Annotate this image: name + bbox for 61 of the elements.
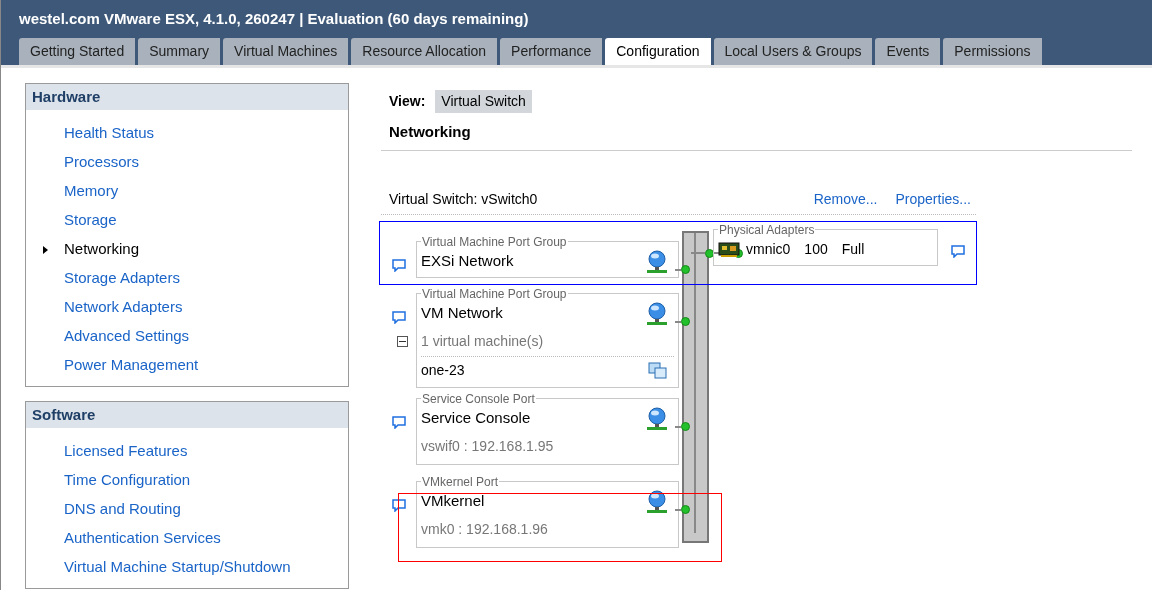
window-title: westel.com VMware ESX, 4.1.0, 260247 | Evaluation (60 days remaining) bbox=[18, 9, 530, 29]
sidebar-link[interactable]: Health Status bbox=[64, 122, 155, 145]
tab[interactable]: Performance bbox=[500, 38, 603, 65]
adapter-duplex: Full bbox=[841, 240, 865, 259]
tab[interactable]: Events bbox=[875, 38, 941, 65]
collapse-toggle[interactable] bbox=[397, 335, 408, 347]
port-group-type: Virtual Machine Port Group bbox=[421, 286, 568, 301]
sidebar-link[interactable]: DNS and Routing bbox=[64, 498, 181, 521]
tab[interactable]: Resource Allocation bbox=[351, 38, 498, 65]
globe-network-icon bbox=[646, 406, 668, 431]
comment-icon[interactable] bbox=[391, 310, 406, 324]
section-title: Networking bbox=[388, 122, 472, 142]
network-card-icon bbox=[718, 241, 740, 258]
port-group-name[interactable]: VM Network bbox=[421, 302, 503, 325]
vm-count: 1 virtual machine(s) bbox=[421, 331, 544, 351]
view-button[interactable]: Virtual Switch bbox=[435, 90, 532, 113]
port-group-type: Virtual Machine Port Group bbox=[421, 234, 568, 249]
virtual-machine-icon bbox=[648, 361, 668, 380]
adapter-speed: 100 bbox=[804, 240, 828, 259]
view-label: View: bbox=[389, 92, 426, 111]
globe-network-icon bbox=[646, 249, 668, 274]
tab[interactable]: Configuration bbox=[605, 38, 711, 65]
adapters-legend: Physical Adapters bbox=[718, 222, 816, 237]
globe-network-icon bbox=[646, 489, 668, 514]
sidebar-link[interactable]: Processors bbox=[64, 151, 140, 174]
action-link[interactable]: Remove... bbox=[813, 188, 878, 210]
tab[interactable]: Summary bbox=[138, 38, 221, 65]
panel-title: Software bbox=[26, 402, 348, 428]
port-group-type: VMkernel Port bbox=[421, 474, 500, 489]
sidebar-link[interactable]: Storage Adapters bbox=[64, 267, 180, 290]
comment-icon[interactable] bbox=[391, 258, 406, 272]
port-address: vswif0 : 192.168.1.95 bbox=[421, 437, 554, 456]
port-group-name[interactable]: EXSi Network bbox=[421, 250, 514, 273]
port-group-type: Service Console Port bbox=[421, 391, 536, 406]
comment-icon[interactable] bbox=[391, 415, 406, 429]
adapter-name[interactable]: vmnic0 bbox=[746, 239, 791, 260]
sidebar-link[interactable]: Licensed Features bbox=[64, 440, 188, 463]
port-group-name[interactable]: VMkernel bbox=[421, 490, 485, 513]
sidebar-link[interactable]: Networking bbox=[64, 238, 140, 261]
panel-title: Hardware bbox=[26, 84, 348, 110]
sidebar-link[interactable]: Storage bbox=[64, 209, 117, 232]
sidebar-link[interactable]: Time Configuration bbox=[64, 469, 191, 492]
tab[interactable]: Permissions bbox=[943, 38, 1042, 65]
selected-arrow-icon bbox=[42, 245, 48, 254]
comment-icon[interactable] bbox=[391, 498, 406, 512]
sidebar-link[interactable]: Advanced Settings bbox=[64, 325, 190, 348]
tab[interactable]: Local Users & Groups bbox=[713, 38, 873, 65]
sidebar-link[interactable]: Network Adapters bbox=[64, 296, 183, 319]
tab[interactable]: Getting Started bbox=[19, 38, 136, 65]
globe-network-icon bbox=[646, 301, 668, 326]
sidebar-link[interactable]: Authentication Services bbox=[64, 527, 221, 550]
vm-name[interactable]: one-23 bbox=[421, 360, 465, 381]
switch-label: Virtual Switch: vSwitch0 bbox=[389, 189, 538, 209]
sidebar-link[interactable]: Memory bbox=[64, 180, 119, 203]
action-link[interactable]: Properties... bbox=[895, 188, 971, 210]
tab[interactable]: Virtual Machines bbox=[223, 38, 349, 65]
sidebar-link[interactable]: Virtual Machine Startup/Shutdown bbox=[64, 556, 291, 579]
sidebar-link[interactable]: Power Management bbox=[64, 354, 199, 377]
port-group-name[interactable]: Service Console bbox=[421, 407, 531, 430]
comment-icon[interactable] bbox=[951, 244, 965, 258]
port-address: vmk0 : 192.168.1.96 bbox=[421, 520, 548, 539]
